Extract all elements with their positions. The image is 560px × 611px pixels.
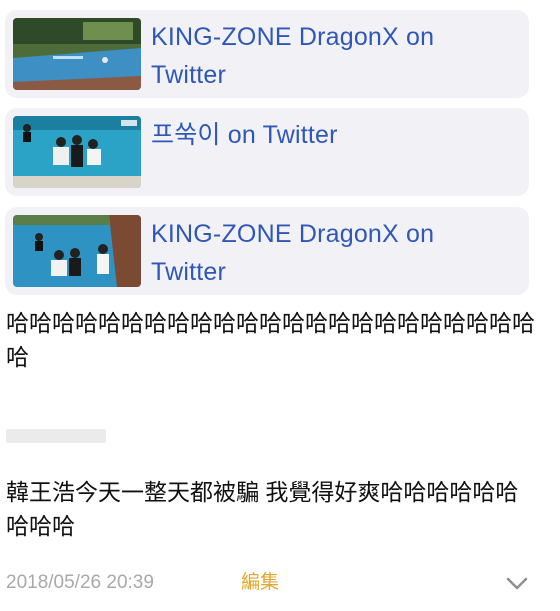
pool-photo-image [13,116,141,188]
chevron-down-icon[interactable] [504,570,530,596]
pool-photo-thumbnail[interactable] [13,116,141,188]
pool-photo-thumbnail[interactable] [13,215,141,287]
post-timestamp: 2018/05/26 20:39 [6,572,154,593]
link-card-3[interactable]: KING-ZONE DragonX on Twitter [5,207,529,295]
card-title[interactable]: 프쑥이 on Twitter [151,116,511,154]
card-title[interactable]: KING-ZONE DragonX on Twitter [151,215,511,291]
post-comment-text: 韓王浩今天一整天都被騙 我覺得好爽哈哈哈哈哈哈哈哈哈 [6,479,519,539]
faded-text-remnant [6,429,106,443]
edit-button[interactable]: 編集 [241,568,279,598]
pool-photo-image [13,18,141,90]
post-footer: 2018/05/26 20:39 編集 [6,568,536,598]
link-card-1[interactable]: KING-ZONE DragonX on Twitter [5,10,529,98]
link-card-2[interactable]: 프쑥이 on Twitter [5,108,529,196]
card-title[interactable]: KING-ZONE DragonX on Twitter [151,18,511,94]
post-laugh-text: 哈哈哈哈哈哈哈哈哈哈哈哈哈哈哈哈哈哈哈哈哈哈哈哈 [6,310,535,370]
pool-photo-thumbnail[interactable] [13,18,141,90]
pool-photo-image [13,215,141,287]
